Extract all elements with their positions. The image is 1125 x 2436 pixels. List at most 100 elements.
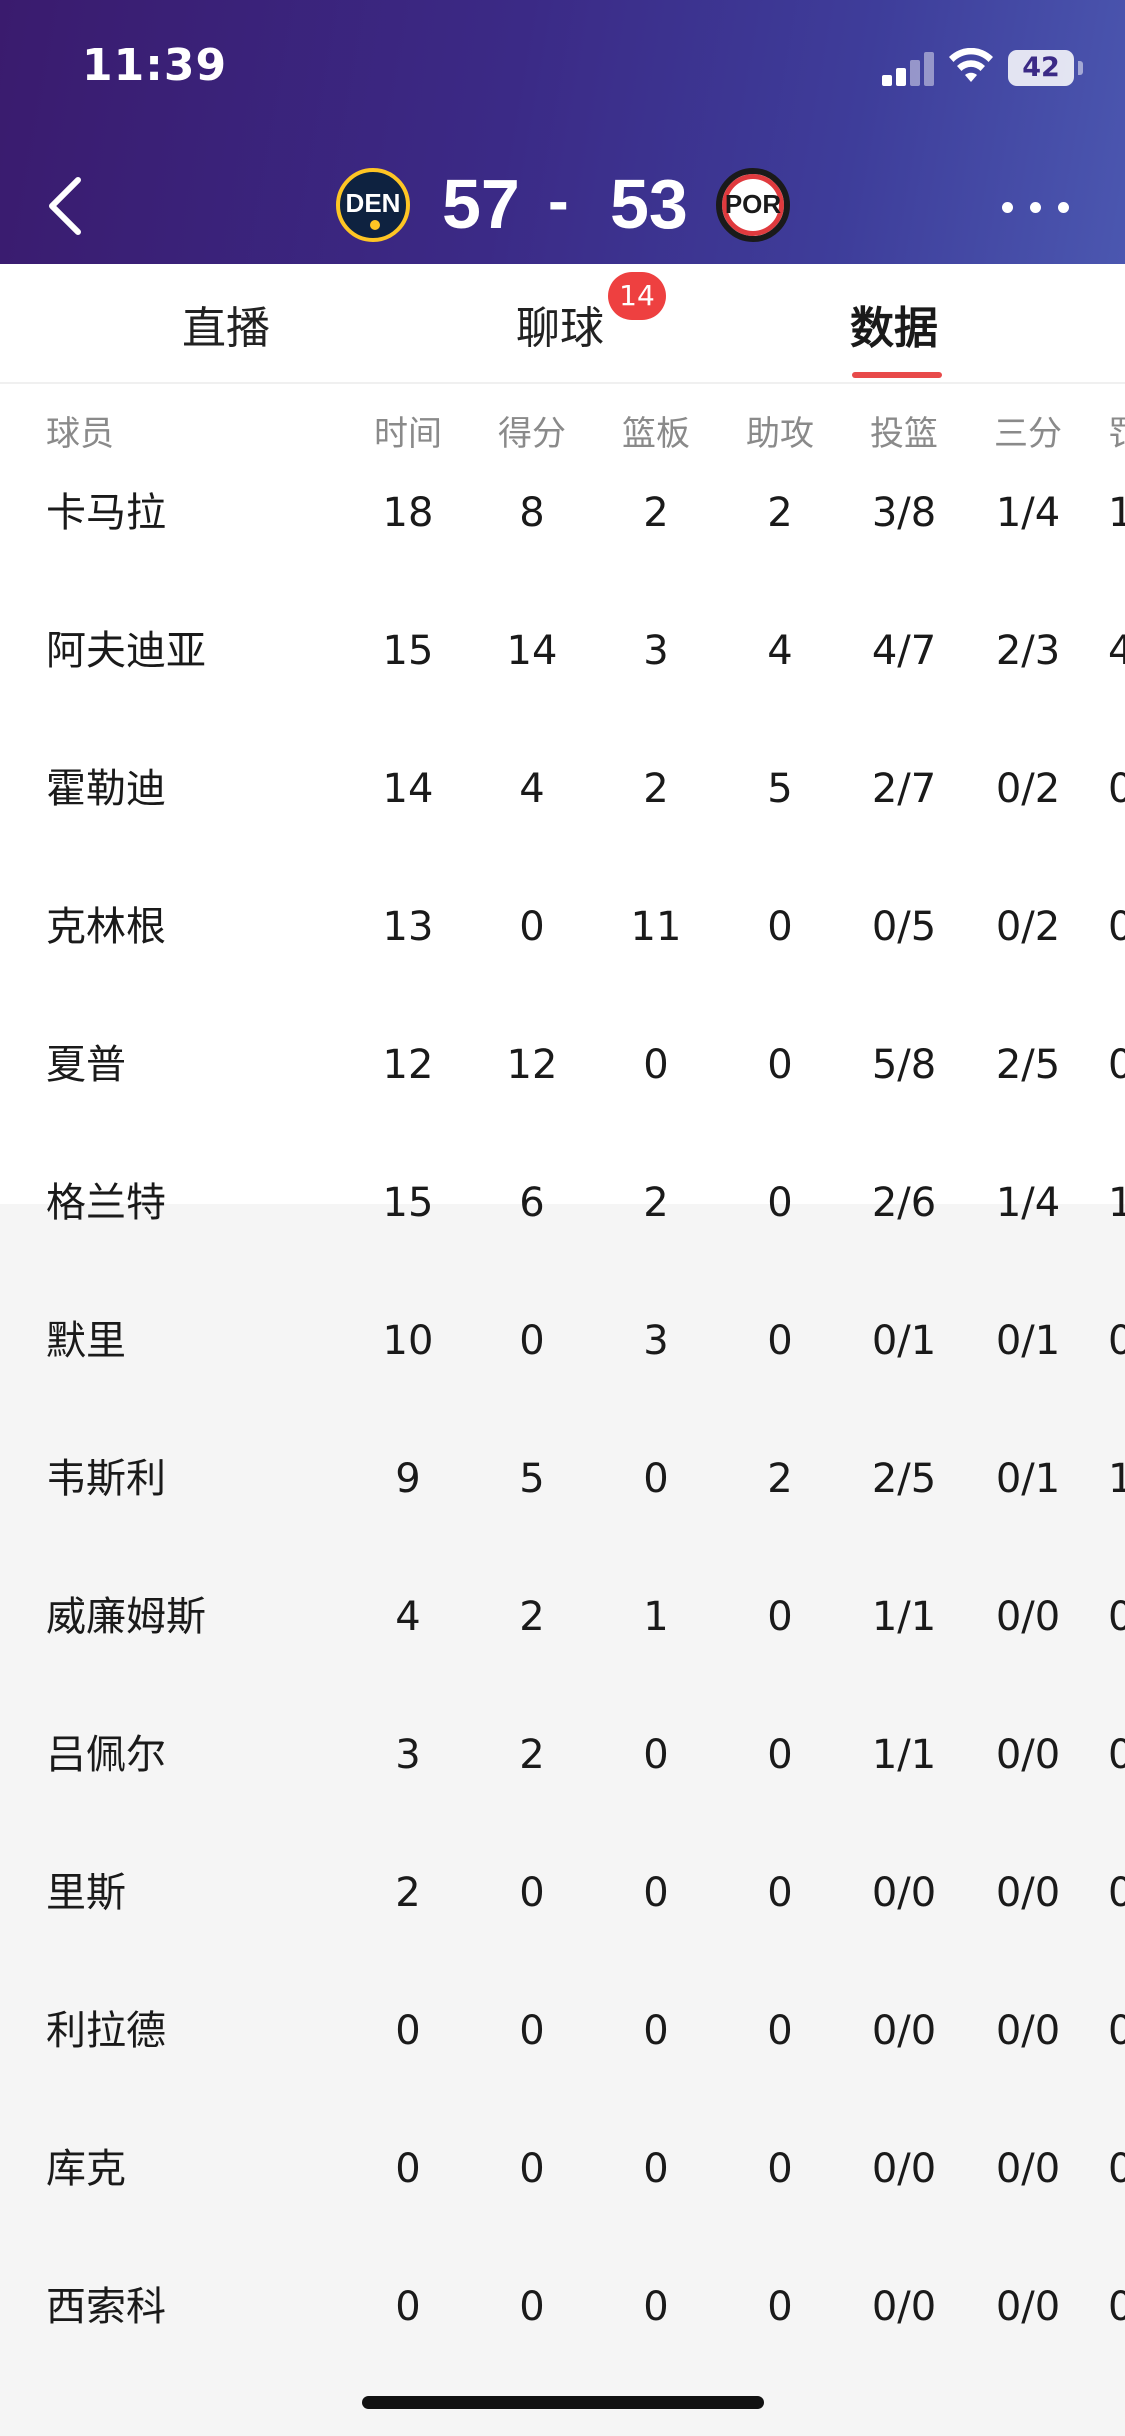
stat-cell: 0 <box>767 1594 793 1640</box>
stat-cell: 2 <box>767 1456 793 1502</box>
stat-cell: 5/8 <box>871 1042 937 1088</box>
tab-chat[interactable]: 聊球 <box>516 292 604 356</box>
battery-icon: 42 <box>1008 50 1074 86</box>
table-row[interactable]: 韦斯利 9 5 0 2 2/5 0/1 1 <box>0 1410 1125 1548</box>
stat-cell: 2 <box>643 766 669 812</box>
stat-cell: 2 <box>519 1732 545 1778</box>
stat-cell: 0/5 <box>871 904 937 950</box>
stat-cell: 4 <box>395 1594 421 1640</box>
stat-cell: 2 <box>643 1180 669 1226</box>
player-name[interactable]: 格兰特 <box>46 1134 346 1272</box>
player-name[interactable]: 利拉德 <box>46 1962 346 2100</box>
active-tab-indicator <box>852 372 942 378</box>
table-row[interactable]: 威廉姆斯 4 2 1 0 1/1 0/0 0 <box>0 1548 1125 1686</box>
stat-cell: 0 <box>1108 1318 1125 1364</box>
player-name[interactable]: 默里 <box>46 1272 346 1410</box>
stat-cell: 0 <box>1108 1594 1125 1640</box>
player-name[interactable]: 阿夫迪亚 <box>46 582 346 720</box>
table-row[interactable]: 卡马拉 18 8 2 2 3/8 1/4 1 <box>0 444 1125 582</box>
table-row[interactable]: 利拉德 0 0 0 0 0/0 0/0 0 <box>0 1962 1125 2100</box>
stat-cell: 0/0 <box>995 1732 1061 1778</box>
player-name[interactable]: 威廉姆斯 <box>46 1548 346 1686</box>
stat-cell: 0/0 <box>995 2284 1061 2330</box>
stat-cell: 0/1 <box>995 1318 1061 1364</box>
stat-cell: 0 <box>643 1042 669 1088</box>
table-row[interactable]: 吕佩尔 3 2 0 0 1/1 0/0 0 <box>0 1686 1125 1824</box>
stat-cell: 4/7 <box>871 628 937 674</box>
table-row[interactable]: 默里 10 0 3 0 0/1 0/1 0 <box>0 1272 1125 1410</box>
player-name[interactable]: 吕佩尔 <box>46 1686 346 1824</box>
stat-cell: 0 <box>767 1318 793 1364</box>
table-row[interactable]: 霍勒迪 14 4 2 5 2/7 0/2 0 <box>0 720 1125 858</box>
table-row[interactable]: 阿夫迪亚 15 14 3 4 4/7 2/3 4 <box>0 582 1125 720</box>
stat-cell: 13 <box>382 904 434 950</box>
stat-cell: 0 <box>395 2146 421 2192</box>
stat-cell: 0 <box>395 2008 421 2054</box>
status-time: 11:39 <box>82 40 228 91</box>
stat-cell: 0 <box>519 2146 545 2192</box>
table-row[interactable]: 西索科 0 0 0 0 0/0 0/0 0 <box>0 2238 1125 2376</box>
stat-cell: 12 <box>506 1042 558 1088</box>
table-row[interactable]: 库克 0 0 0 0 0/0 0/0 0 <box>0 2100 1125 2238</box>
stat-cell: 0/0 <box>871 2146 937 2192</box>
stat-cell: 4 <box>767 628 793 674</box>
cellular-signal-icon <box>882 50 934 86</box>
stat-cell: 2/3 <box>995 628 1061 674</box>
stat-cell: 8 <box>519 490 545 536</box>
more-options-icon[interactable] <box>1000 198 1072 218</box>
player-name[interactable]: 夏普 <box>46 996 346 1134</box>
stat-cell: 1 <box>1108 490 1125 536</box>
home-indicator <box>362 2396 764 2409</box>
stat-cell: 2/7 <box>871 766 937 812</box>
table-row[interactable]: 格兰特 15 6 2 0 2/6 1/4 1 <box>0 1134 1125 1272</box>
den-logo-dot-icon <box>370 220 380 230</box>
stat-cell: 10 <box>382 1318 434 1364</box>
table-row[interactable]: 里斯 2 0 0 0 0/0 0/0 0 <box>0 1824 1125 1962</box>
stat-cell: 0/0 <box>871 2284 937 2330</box>
home-team-logo[interactable]: DEN <box>336 168 410 242</box>
away-score: 53 <box>610 165 688 243</box>
stat-cell: 0 <box>643 2008 669 2054</box>
player-name[interactable]: 西索科 <box>46 2238 346 2376</box>
stat-cell: 11 <box>630 904 682 950</box>
stat-cell: 0 <box>1108 2146 1125 2192</box>
player-name[interactable]: 韦斯利 <box>46 1410 346 1548</box>
stat-cell: 0 <box>519 2008 545 2054</box>
player-name[interactable]: 库克 <box>46 2100 346 2238</box>
chat-unread-badge: 14 <box>608 272 666 320</box>
stat-cell: 0/0 <box>995 2008 1061 2054</box>
stat-cell: 0/2 <box>995 766 1061 812</box>
stat-cell: 18 <box>382 490 434 536</box>
table-row[interactable]: 夏普 12 12 0 0 5/8 2/5 0 <box>0 996 1125 1134</box>
stat-cell: 0/1 <box>995 1456 1061 1502</box>
tab-live[interactable]: 直播 <box>182 292 270 356</box>
stat-cell: 2 <box>519 1594 545 1640</box>
stat-cell: 0/1 <box>871 1318 937 1364</box>
stat-cell: 12 <box>382 1042 434 1088</box>
stat-cell: 1/1 <box>871 1732 937 1778</box>
stat-cell: 5 <box>519 1456 545 1502</box>
stat-cell: 0 <box>643 2146 669 2192</box>
back-chevron-icon[interactable] <box>40 168 90 244</box>
stat-cell: 2/5 <box>995 1042 1061 1088</box>
stat-cell: 1 <box>643 1594 669 1640</box>
stat-cell: 1 <box>1108 1180 1125 1226</box>
stat-cell: 0 <box>767 1042 793 1088</box>
player-name[interactable]: 霍勒迪 <box>46 720 346 858</box>
tab-data[interactable]: 数据 <box>850 292 938 356</box>
home-score: 57 <box>442 165 520 243</box>
tab-bar: 直播 聊球 数据 <box>0 264 1125 384</box>
stat-cell: 3/8 <box>871 490 937 536</box>
stat-cell: 1/4 <box>995 490 1061 536</box>
stat-cell: 0 <box>1108 2284 1125 2330</box>
stat-cell: 9 <box>395 1456 421 1502</box>
stat-cell: 0 <box>767 2146 793 2192</box>
stat-cell: 2 <box>395 1870 421 1916</box>
player-name[interactable]: 克林根 <box>46 858 346 996</box>
away-team-logo[interactable]: POR <box>716 168 790 242</box>
stat-cell: 0 <box>767 1732 793 1778</box>
player-name[interactable]: 里斯 <box>46 1824 346 1962</box>
stat-cell: 0 <box>767 904 793 950</box>
table-row[interactable]: 克林根 13 0 11 0 0/5 0/2 0 <box>0 858 1125 996</box>
player-name[interactable]: 卡马拉 <box>46 444 346 582</box>
